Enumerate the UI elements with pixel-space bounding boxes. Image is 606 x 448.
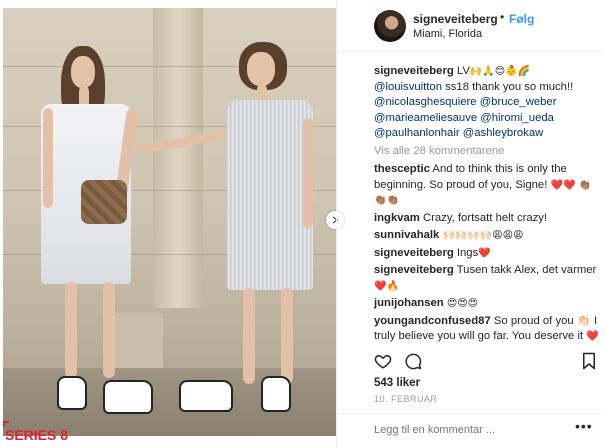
comments-list: signeveiteberg LV🙌🙏😊👶🌈 @louisvuitton ss1… <box>374 64 600 347</box>
comment-username[interactable]: junijohansen <box>374 297 444 309</box>
mention-link[interactable]: @ashleybrokaw <box>463 127 544 139</box>
comment-emojis: ❤️🔥 <box>374 280 399 292</box>
caption-text: LV <box>456 65 470 77</box>
view-all-comments-link[interactable]: Vis alle 28 kommentarene <box>374 144 600 160</box>
comment: thesceptic And to think this is only the… <box>374 162 600 209</box>
comment-username[interactable]: youngandconfused87 <box>374 315 491 327</box>
comment: ingkvam Crazy, fortsatt helt crazy! <box>374 211 600 227</box>
post-photo[interactable] <box>3 8 336 436</box>
likes-count[interactable]: 543 liker <box>374 377 420 389</box>
bookmark-outline-icon[interactable] <box>580 352 598 370</box>
leg <box>281 288 293 384</box>
handbag <box>81 180 127 224</box>
comment: junijohansen 😍😍😍 <box>374 296 600 312</box>
comment-username[interactable]: thesceptic <box>374 163 430 175</box>
silver-dress <box>227 100 313 290</box>
mention-link[interactable]: @nicolasghesquiere <box>374 96 477 108</box>
sneaker <box>57 376 87 410</box>
comment-username[interactable]: ingkvam <box>374 212 420 224</box>
caption-text: ss18 thank you so much!! <box>442 80 574 93</box>
comment-emojis: 🙌🏻🙌🏻🙌🏻🙌🏻😩😩😩 <box>442 230 524 241</box>
speech-bubble-icon[interactable] <box>404 352 422 370</box>
more-options-button[interactable]: ••• <box>575 418 593 434</box>
comment-text: Ings <box>456 246 479 259</box>
comment: youngandconfused87 So proud of you 👏🏻 I … <box>374 314 600 345</box>
caption-username[interactable]: signeveiteberg <box>374 65 454 77</box>
heart-outline-icon[interactable] <box>374 352 392 370</box>
comment-text: Tusen takk Alex, det varmer <box>456 264 597 276</box>
mention-link[interactable]: @paulhanlonhair <box>374 127 460 139</box>
avatar[interactable] <box>374 10 406 42</box>
mention-link[interactable]: @marieameliesauve <box>374 112 477 124</box>
stone-column <box>153 8 203 308</box>
leg <box>243 288 255 384</box>
follow-button[interactable]: Følg <box>509 12 534 26</box>
leg <box>65 282 77 378</box>
post-header: signeveiteberg • Følg Miami, Florida <box>337 0 603 52</box>
sneaker <box>103 380 153 414</box>
comment-text: Crazy, fortsatt helt crazy! <box>422 211 548 224</box>
face <box>247 52 275 86</box>
comment-input[interactable] <box>374 421 564 439</box>
header-separator: • <box>500 10 505 24</box>
comment: sunnivahalk 🙌🏻🙌🏻🙌🏻🙌🏻😩😩😩 <box>374 228 600 244</box>
comment-emojis: 😍😍😍 <box>446 298 479 309</box>
mention-link[interactable]: @louisvuitton <box>374 81 442 93</box>
sneaker <box>179 380 233 412</box>
mention-link[interactable]: @bruce_weber <box>480 96 557 108</box>
mention-link[interactable]: @hiromi_ueda <box>480 112 554 124</box>
post-date[interactable]: 10. FEBRUAR <box>374 394 438 404</box>
series-badge: SERIES 8 <box>3 421 69 443</box>
post-side-panel: signeveiteberg • Følg Miami, Florida sig… <box>336 0 603 448</box>
badge-corner <box>3 421 9 427</box>
sneaker <box>261 376 291 412</box>
face <box>71 56 95 88</box>
arm <box>43 108 53 208</box>
comment-username[interactable]: signeveiteberg <box>374 264 454 276</box>
header-username[interactable]: signeveiteberg <box>413 12 498 26</box>
leg <box>103 282 115 378</box>
location-link[interactable]: Miami, Florida <box>413 28 482 40</box>
arm <box>303 118 313 228</box>
series-badge-label: SERIES 8 <box>5 427 69 443</box>
comment: signeveiteberg Tusen takk Alex, det varm… <box>374 263 600 294</box>
action-bar <box>374 352 600 372</box>
comment-username[interactable]: sunnivahalk <box>374 229 439 241</box>
instagram-post: SERIES 8 signeveiteberg • Følg Miami, Fl… <box>0 0 606 448</box>
caption: signeveiteberg LV🙌🙏😊👶🌈 @louisvuitton ss1… <box>374 64 600 142</box>
comment-emojis: ❤️ <box>583 331 599 342</box>
comment-username[interactable]: signeveiteberg <box>374 247 454 259</box>
add-comment-bar: ••• <box>337 413 603 448</box>
comment: signeveiteberg Ings❤️ <box>374 246 600 262</box>
comment-emojis: ❤️ <box>478 247 491 259</box>
caption-emojis: 🙌🙏😊👶🌈 <box>469 66 531 77</box>
